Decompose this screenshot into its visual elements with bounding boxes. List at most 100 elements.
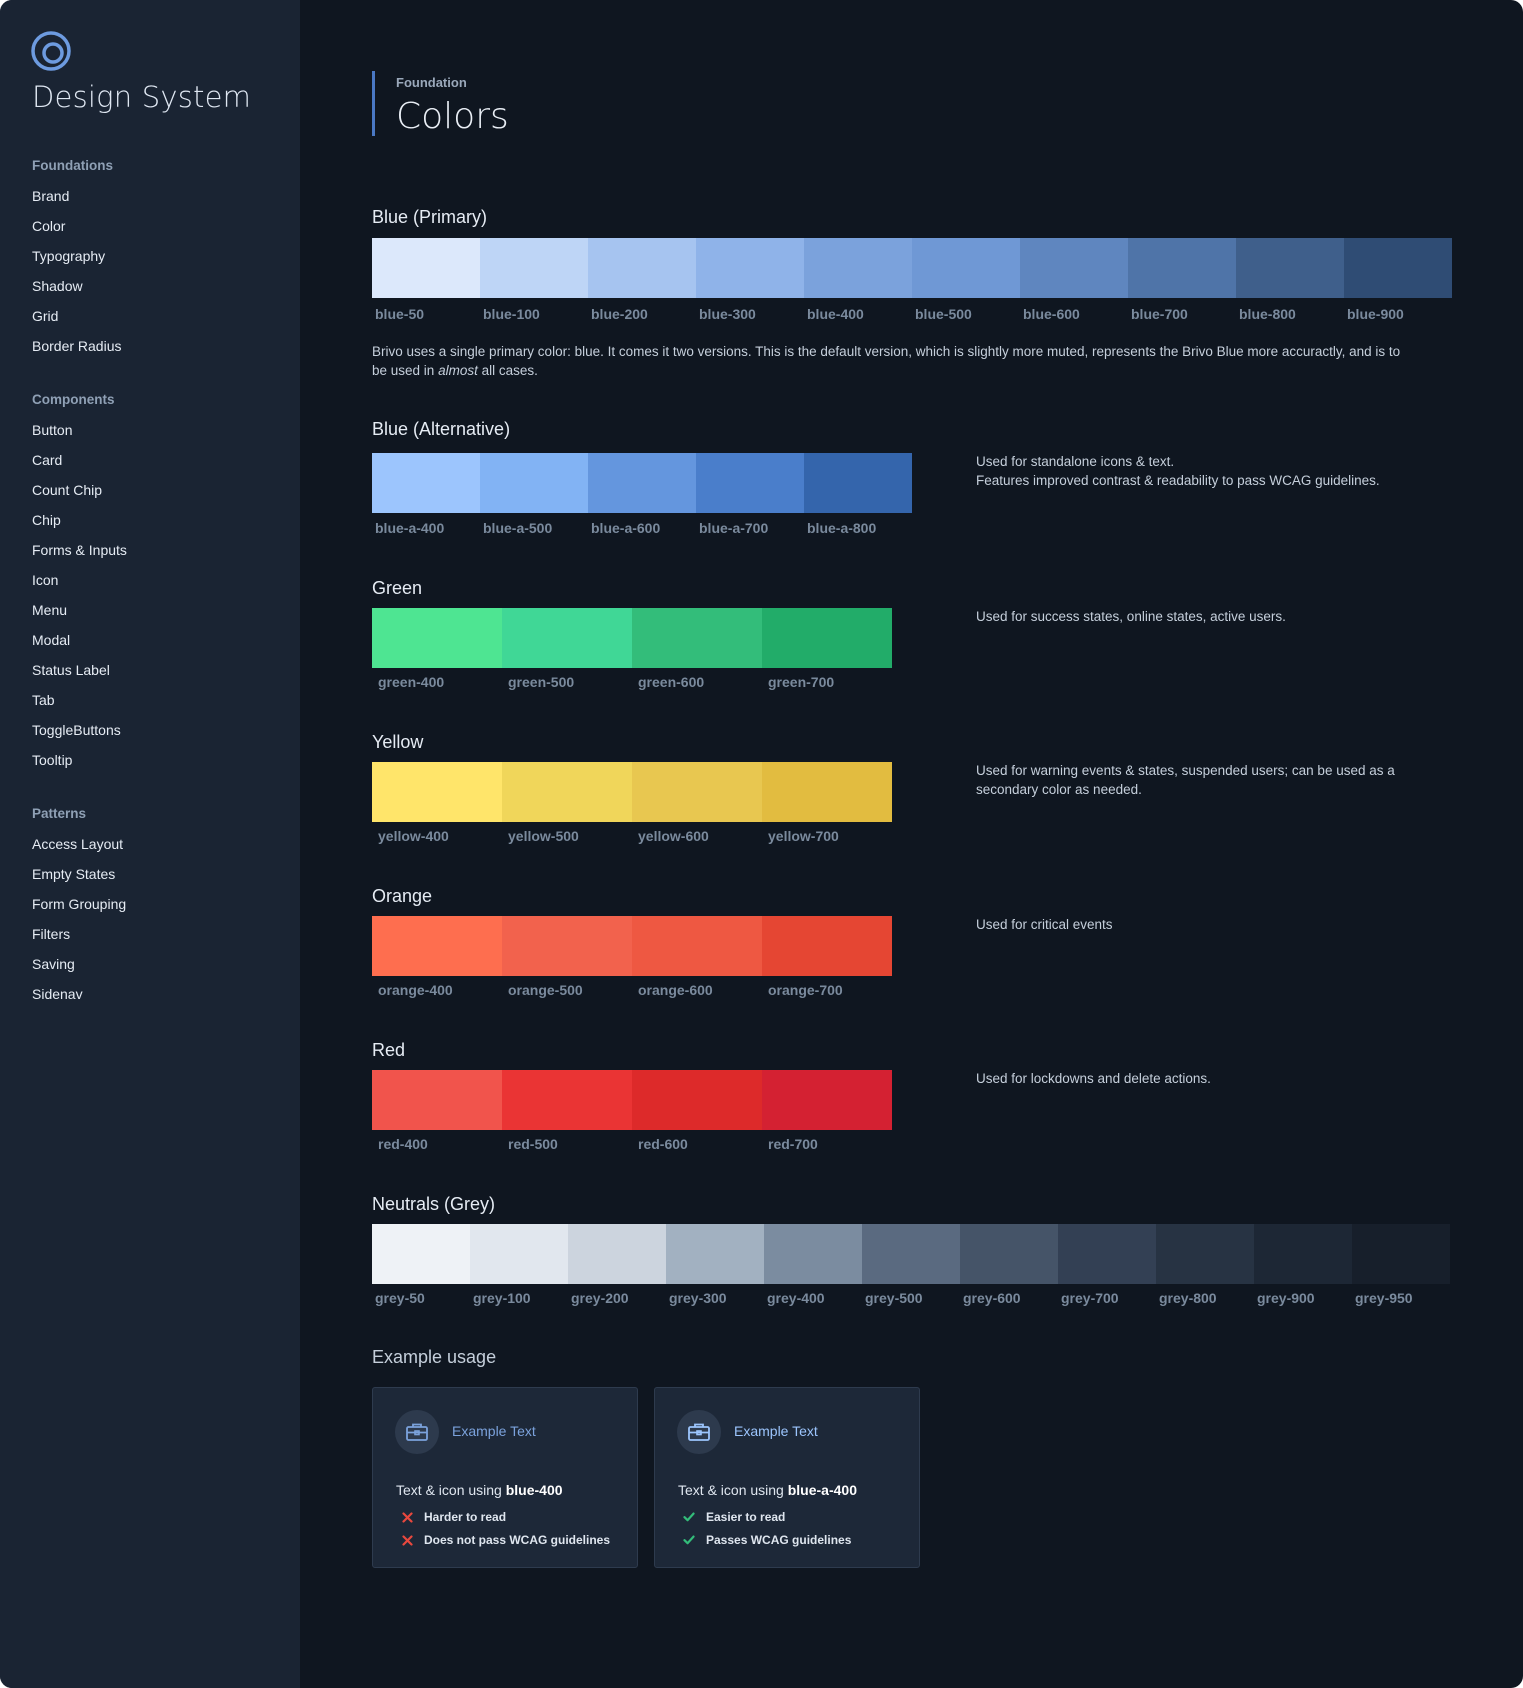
color-swatch-green-400 <box>372 608 502 668</box>
color-swatch-grey-800 <box>1156 1224 1254 1284</box>
card-point-text: Easier to read <box>706 1510 786 1524</box>
nav-section-foundations: Foundations Brand Color Typography Shado… <box>32 151 282 361</box>
color-swatch-blue-a-600 <box>588 453 696 513</box>
nav-heading: Components <box>32 392 115 407</box>
sidebar-item-tab[interactable]: Tab <box>32 685 282 715</box>
swatch-label: grey-300 <box>669 1290 727 1306</box>
card-point: Easier to read <box>683 1510 785 1524</box>
color-swatch-orange-500 <box>502 916 632 976</box>
card-point-text: Harder to read <box>424 1510 507 1524</box>
sidebar-item-access-layout[interactable]: Access Layout <box>32 829 282 859</box>
briefcase-icon-glyph <box>406 1423 428 1441</box>
color-swatch-orange-600 <box>632 916 762 976</box>
swatch-label: yellow-500 <box>508 828 579 844</box>
color-swatch-grey-50 <box>372 1224 470 1284</box>
sidebar-item-status-label[interactable]: Status Label <box>32 655 282 685</box>
color-swatch-grey-200 <box>568 1224 666 1284</box>
section-title-green: Green <box>372 578 423 598</box>
sidebar-item-button[interactable]: Button <box>32 415 282 445</box>
app-title: Design System <box>32 80 252 114</box>
blue-description-end: all cases. <box>477 362 538 378</box>
nav-section-components: Components Button Card Count Chip Chip F… <box>32 385 282 775</box>
color-swatch-red-700 <box>762 1070 892 1130</box>
swatch-label: orange-600 <box>638 982 713 998</box>
example-text: Example Text <box>734 1423 818 1439</box>
sidebar-item-sidenav[interactable]: Sidenav <box>32 979 282 1009</box>
color-swatch-green-600 <box>632 608 762 668</box>
card-point: Passes WCAG guidelines <box>683 1533 851 1547</box>
label-row-orange: orange-400 orange-500 orange-600 orange-700 <box>372 982 892 998</box>
sidebar-item-togglebuttons[interactable]: ToggleButtons <box>32 715 282 745</box>
sidebar-item-saving[interactable]: Saving <box>32 949 282 979</box>
swatch-row-grey <box>372 1224 1450 1284</box>
briefcase-icon <box>395 1410 439 1454</box>
swatch-label: grey-900 <box>1257 1290 1315 1306</box>
color-swatch-blue-200 <box>588 238 696 298</box>
sidebar-item-card[interactable]: Card <box>32 445 282 475</box>
sidebar-item-chip[interactable]: Chip <box>32 505 282 535</box>
swatch-label: blue-500 <box>915 306 972 322</box>
swatch-label: orange-500 <box>508 982 583 998</box>
swatch-label: blue-a-400 <box>375 520 445 536</box>
app-window: Design System Foundations Brand Color Ty… <box>0 0 1523 1688</box>
swatch-label: grey-50 <box>375 1290 425 1306</box>
card-description: Text & icon using blue-a-400 <box>678 1482 857 1498</box>
sidebar-item-border-radius[interactable]: Border Radius <box>32 331 282 361</box>
swatch-label: blue-50 <box>375 306 425 322</box>
sidebar-item-grid[interactable]: Grid <box>32 301 282 331</box>
sidebar-item-color[interactable]: Color <box>32 211 282 241</box>
swatch-label: red-700 <box>768 1136 818 1152</box>
color-swatch-yellow-400 <box>372 762 502 822</box>
x-icon <box>401 1511 413 1523</box>
green-description: Used for success states, online states, … <box>976 609 1286 624</box>
color-swatch-blue-400 <box>804 238 912 298</box>
sidebar-item-form-grouping[interactable]: Form Grouping <box>32 889 282 919</box>
color-swatch-blue-900 <box>1344 238 1452 298</box>
color-swatch-blue-600 <box>1020 238 1128 298</box>
swatch-label: blue-a-500 <box>483 520 553 536</box>
color-swatch-orange-700 <box>762 916 892 976</box>
color-swatch-orange-400 <box>372 916 502 976</box>
yellow-description: Used for warning events & states, suspen… <box>976 763 1395 797</box>
section-title-yellow: Yellow <box>372 732 424 752</box>
section-title-red: Red <box>372 1040 406 1060</box>
sidebar-item-forms-inputs[interactable]: Forms & Inputs <box>32 535 282 565</box>
sidebar-item-menu[interactable]: Menu <box>32 595 282 625</box>
sidebar-item-shadow[interactable]: Shadow <box>32 271 282 301</box>
sidebar-item-tooltip[interactable]: Tooltip <box>32 745 282 775</box>
sidebar-item-modal[interactable]: Modal <box>32 625 282 655</box>
sidebar-item-brand[interactable]: Brand <box>32 181 282 211</box>
blue-alt-description-line: Features improved contrast & readability… <box>976 472 1380 488</box>
sidebar-item-typography[interactable]: Typography <box>32 241 282 271</box>
swatch-label: green-400 <box>378 674 445 690</box>
color-swatch-red-400 <box>372 1070 502 1130</box>
label-row-yellow: yellow-400 yellow-500 yellow-600 yellow-700 <box>372 828 892 844</box>
color-swatch-grey-700 <box>1058 1224 1156 1284</box>
swatch-label: grey-100 <box>473 1290 531 1306</box>
page-header: Foundation Colors <box>372 71 509 137</box>
swatch-label: blue-a-600 <box>591 520 661 536</box>
section-title-grey: Neutrals (Grey) <box>372 1194 496 1214</box>
swatch-label: blue-200 <box>591 306 648 322</box>
swatch-label: blue-600 <box>1023 306 1080 322</box>
color-swatch-blue-a-700 <box>696 453 804 513</box>
check-icon <box>683 1511 695 1523</box>
swatch-label: blue-800 <box>1239 306 1296 322</box>
swatch-label: green-500 <box>508 674 575 690</box>
swatch-label: red-600 <box>638 1136 688 1152</box>
swatch-label: blue-a-800 <box>807 520 877 536</box>
swatch-label: red-400 <box>378 1136 428 1152</box>
sidebar-item-empty-states[interactable]: Empty States <box>32 859 282 889</box>
label-row-red: red-400 red-500 red-600 red-700 <box>372 1136 892 1152</box>
x-icon <box>401 1534 413 1546</box>
color-swatch-blue-700 <box>1128 238 1236 298</box>
swatch-label: green-700 <box>768 674 835 690</box>
sidebar-item-count-chip[interactable]: Count Chip <box>32 475 282 505</box>
color-swatch-blue-50 <box>372 238 480 298</box>
color-swatch-blue-300 <box>696 238 804 298</box>
sidebar-item-icon[interactable]: Icon <box>32 565 282 595</box>
blue-alt-description: Used for standalone icons & text. Featur… <box>976 453 1456 490</box>
swatch-label: grey-500 <box>865 1290 923 1306</box>
sidebar-item-filters[interactable]: Filters <box>32 919 282 949</box>
color-swatch-grey-500 <box>862 1224 960 1284</box>
